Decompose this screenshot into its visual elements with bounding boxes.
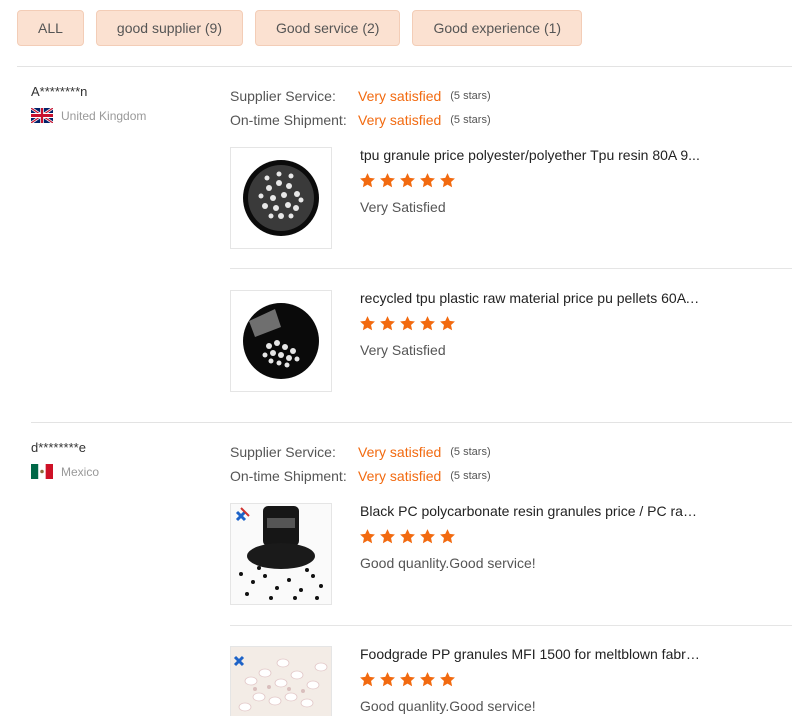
shipment-label: On-time Shipment: — [230, 112, 347, 128]
star-icon — [439, 315, 456, 332]
supplier-service-label: Supplier Service: — [230, 88, 336, 104]
star-icon — [359, 315, 376, 332]
shipment-label: On-time Shipment: — [230, 468, 347, 484]
country-label: Mexico — [61, 464, 100, 479]
supplier-service-value: Very satisfied — [358, 444, 442, 460]
shipment-value: Very satisfied — [358, 112, 442, 128]
star-icon — [379, 671, 396, 688]
shipment-stars: (5 stars) — [450, 114, 491, 126]
product-comment: Good quanlity.Good service! — [360, 698, 536, 714]
filter-good-service-button[interactable]: Good service (2) — [254, 10, 401, 46]
star-icon — [379, 172, 396, 189]
product-review: recycled tpu plastic raw material price … — [230, 290, 792, 392]
star-icon — [419, 172, 436, 189]
mexico-flag-icon — [31, 464, 53, 479]
rating-summary: Supplier Service: Very satisfied (5 star… — [230, 84, 491, 132]
filter-good-supplier-button[interactable]: good supplier (9) — [95, 10, 243, 46]
filter-all-button[interactable]: ALL — [17, 10, 84, 46]
supplier-service-stars: (5 stars) — [450, 446, 491, 458]
star-icon — [359, 671, 376, 688]
product-title-link[interactable]: tpu granule price polyester/polyether Tp… — [360, 147, 700, 163]
divider — [230, 268, 792, 269]
reviewer-country: United Kingdom — [31, 108, 146, 123]
star-icon — [379, 528, 396, 545]
star-icon — [359, 528, 376, 545]
star-icon — [399, 315, 416, 332]
product-comment: Very Satisfied — [360, 199, 446, 215]
reviewer-country: Mexico — [31, 464, 99, 479]
star-icon — [379, 315, 396, 332]
shipment-value: Very satisfied — [358, 468, 442, 484]
supplier-service-stars: (5 stars) — [450, 90, 491, 102]
divider — [230, 625, 792, 626]
filter-good-experience-button[interactable]: Good experience (1) — [412, 10, 583, 46]
product-title-link[interactable]: recycled tpu plastic raw material price … — [360, 290, 700, 306]
product-rating — [359, 671, 456, 688]
country-label: United Kingdom — [61, 108, 147, 123]
star-icon — [399, 172, 416, 189]
product-title-link[interactable]: Foodgrade PP granules MFI 1500 for meltb… — [360, 646, 700, 662]
star-icon — [439, 671, 456, 688]
star-icon — [419, 671, 436, 688]
reviewer-name: A********n — [31, 84, 88, 99]
star-icon — [419, 315, 436, 332]
star-icon — [399, 528, 416, 545]
product-comment: Very Satisfied — [360, 342, 446, 358]
product-review: Foodgrade PP granules MFI 1500 for meltb… — [230, 646, 792, 716]
star-icon — [419, 528, 436, 545]
product-rating — [359, 528, 456, 545]
product-comment: Good quanlity.Good service! — [360, 555, 536, 571]
star-icon — [399, 671, 416, 688]
divider — [17, 66, 792, 67]
product-image[interactable] — [230, 646, 332, 716]
product-image[interactable] — [230, 503, 332, 605]
rating-summary: Supplier Service: Very satisfied (5 star… — [230, 440, 491, 488]
product-title-link[interactable]: Black PC polycarbonate resin granules pr… — [360, 503, 700, 519]
shipment-stars: (5 stars) — [450, 470, 491, 482]
uk-flag-icon — [31, 108, 53, 123]
product-review: Black PC polycarbonate resin granules pr… — [230, 503, 792, 605]
star-icon — [359, 172, 376, 189]
product-image[interactable] — [230, 147, 332, 249]
star-icon — [439, 528, 456, 545]
supplier-service-value: Very satisfied — [358, 88, 442, 104]
review-divider — [31, 422, 792, 423]
star-icon — [439, 172, 456, 189]
supplier-service-label: Supplier Service: — [230, 444, 336, 460]
review-filter-bar: ALL good supplier (9) Good service (2) G… — [17, 10, 583, 46]
product-image[interactable] — [230, 290, 332, 392]
product-rating — [359, 315, 456, 332]
product-rating — [359, 172, 456, 189]
reviewer-name: d********e — [31, 440, 86, 455]
product-review: tpu granule price polyester/polyether Tp… — [230, 147, 792, 249]
